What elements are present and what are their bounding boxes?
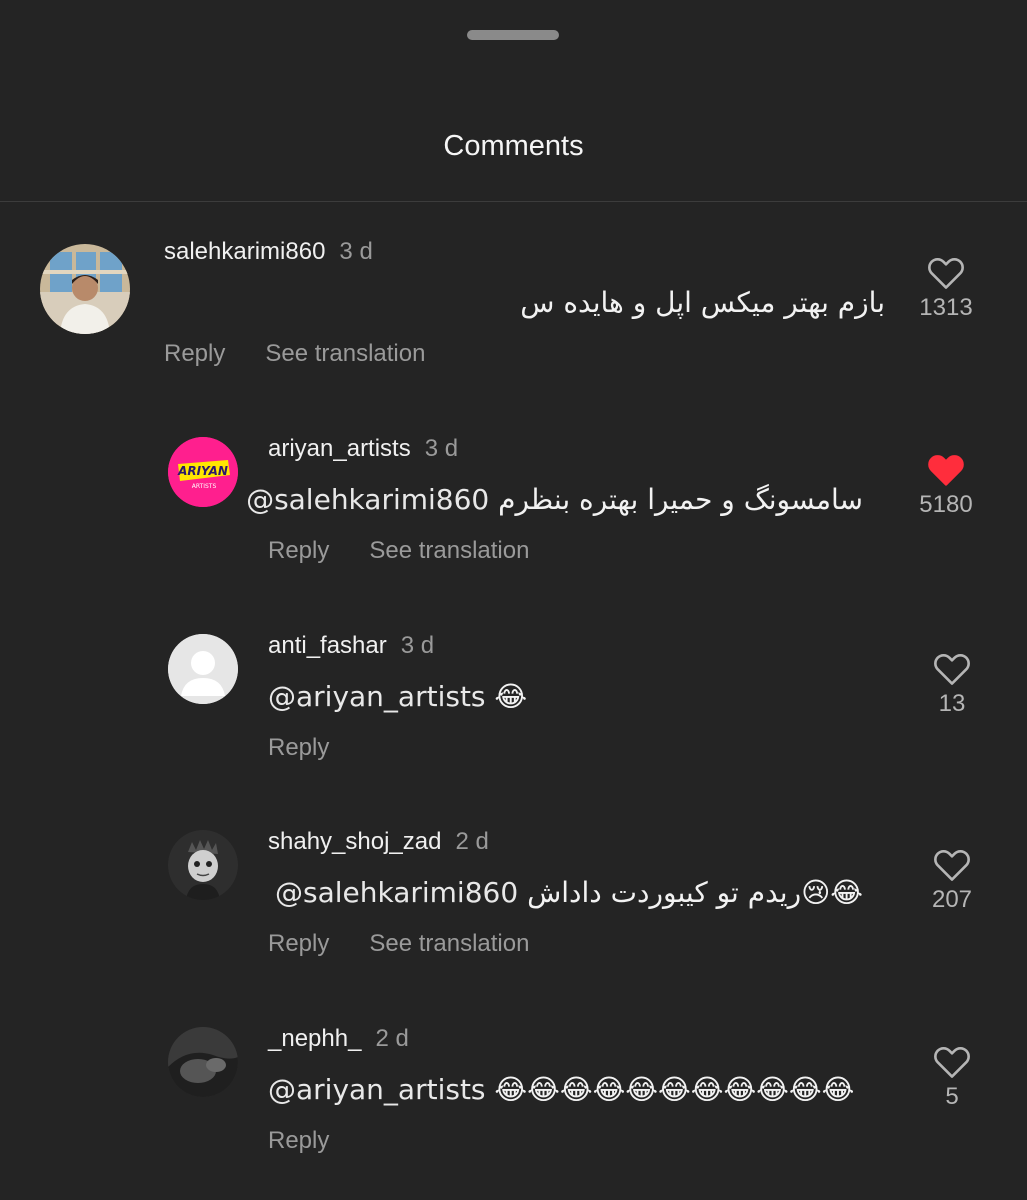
ariyan-artists-logo[interactable]: ARIYAN ARTISTS	[168, 437, 238, 507]
mention-link[interactable]: @ariyan_artists	[268, 680, 486, 713]
comment-item: salehkarimi860 3 d بازم بهتر میکس اپل و ه…	[0, 238, 1027, 388]
like-count: 5	[945, 1083, 959, 1110]
comment-body: 😂	[494, 680, 528, 713]
reply-button[interactable]: Reply	[268, 1127, 329, 1154]
comment-text: بازم بهتر میکس اپل و هایده س	[520, 286, 885, 319]
like-count: 1313	[919, 294, 973, 321]
comment-item: _nephh_ 2 d @ariyan_artists 😂😂😂😂😂😂😂😂😂😂😂 R…	[0, 1025, 1027, 1175]
comment-text: سامسونگ و حمیرا بهتره بنظرم @salehkarimi…	[246, 483, 863, 516]
comment-text: @ariyan_artists 😂	[268, 680, 527, 713]
like-button[interactable]: 5	[912, 1043, 992, 1111]
comment-text: @ariyan_artists 😂😂😂😂😂😂😂😂😂😂😂	[268, 1073, 854, 1106]
reply-button[interactable]: Reply	[268, 930, 329, 957]
comment-text: 😂😢ریدم تو کیبوردت داداش @salehkarimi860	[275, 876, 863, 909]
mention-link[interactable]: @ariyan_artists	[268, 1073, 486, 1106]
reply-button[interactable]: Reply	[268, 734, 329, 761]
comment-item: shahy_shoj_zad 2 d 😂😢ریدم تو کیبوردت دادا…	[0, 828, 1027, 978]
heart-outline-icon	[928, 257, 964, 289]
comment-time: 2 d	[375, 1025, 409, 1052]
comment-item: ARIYAN ARTISTS ariyan_artists 3 d سامسونگ…	[0, 435, 1027, 585]
comment-username[interactable]: anti_fashar	[268, 632, 387, 659]
like-button[interactable]: 5180	[906, 451, 986, 519]
comment-time: 3 d	[339, 238, 373, 265]
cartoon-avatar[interactable]	[168, 830, 238, 900]
see-translation-button[interactable]: See translation	[369, 537, 529, 564]
reply-button[interactable]: Reply	[164, 340, 225, 367]
user-photo-avatar[interactable]	[40, 244, 130, 334]
comment-time: 3 d	[400, 632, 435, 659]
heart-outline-icon	[934, 849, 970, 881]
comment-body: بازم بهتر میکس اپل و هایده س	[520, 286, 885, 319]
sheet-drag-handle[interactable]	[467, 30, 559, 40]
like-button[interactable]: 207	[912, 846, 992, 914]
comment-body: 😂😢ریدم تو کیبوردت داداش	[527, 876, 863, 909]
like-button[interactable]: 13	[912, 650, 992, 718]
heart-filled-icon	[928, 455, 964, 486]
like-count: 207	[931, 886, 973, 913]
heart-outline-icon	[934, 653, 970, 685]
comment-item: anti_fashar 3 d @ariyan_artists 😂 Reply 1…	[0, 632, 1027, 782]
page-title: Comments	[443, 130, 584, 162]
comment-body: سامسونگ و حمیرا بهتره بنظرم	[498, 483, 863, 516]
comment-username[interactable]: shahy_shoj_zad	[268, 828, 441, 855]
comment-time: 3 d	[424, 435, 459, 462]
see-translation-button[interactable]: See translation	[265, 340, 425, 367]
mention-link[interactable]: @salehkarimi860	[275, 876, 518, 909]
comment-username[interactable]: salehkarimi860	[164, 238, 325, 265]
like-count: 13	[938, 690, 966, 717]
header-divider	[0, 201, 1027, 202]
default-avatar[interactable]	[168, 634, 238, 704]
mention-link[interactable]: @salehkarimi860	[246, 483, 489, 516]
like-button[interactable]: 1313	[906, 254, 986, 322]
comment-time: 2 d	[455, 828, 489, 855]
reply-button[interactable]: Reply	[268, 537, 329, 564]
like-count: 5180	[919, 491, 973, 518]
dark-photo-avatar[interactable]	[168, 1027, 238, 1097]
avatar-logo-text-artists: ARTISTS	[192, 483, 217, 490]
comment-body: 😂😂😂😂😂😂😂😂😂😂😂	[494, 1073, 855, 1106]
see-translation-button[interactable]: See translation	[369, 930, 529, 957]
avatar-logo-text-ariyan: ARIYAN	[177, 464, 228, 478]
comment-username[interactable]: _nephh_	[268, 1025, 361, 1052]
heart-outline-icon	[934, 1046, 970, 1078]
comment-username[interactable]: ariyan_artists	[268, 435, 411, 462]
